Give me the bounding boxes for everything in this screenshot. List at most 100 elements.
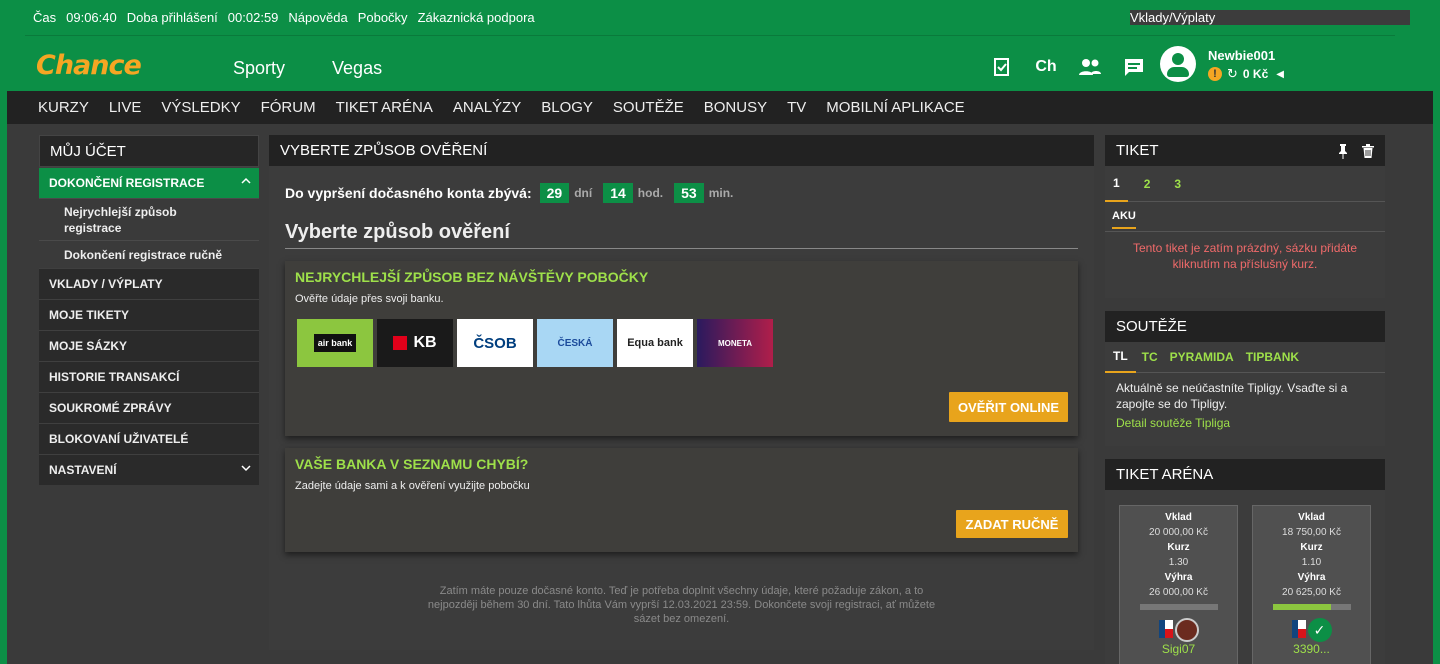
arena2-progress-fill: [1272, 604, 1331, 610]
cz-flag-icon: [1291, 620, 1306, 638]
arena1-stake-label: Vklad: [1165, 512, 1192, 523]
help-link[interactable]: Nápověda: [288, 10, 347, 25]
menu-rucne[interactable]: Dokončení registrace ručně: [39, 240, 259, 268]
warning-icon[interactable]: !: [1208, 67, 1222, 81]
arena2-win: 20 625,00 Kč: [1282, 587, 1341, 598]
sport-nav: KURZY LIVE VÝSLEDKY FÓRUM TIKET ARÉNA AN…: [7, 91, 1433, 124]
menu-sub1-label: Nejrychlejší způsob registrace: [64, 204, 177, 235]
panel-header: VYBERTE ZPŮSOB OVĚŘENÍ: [269, 135, 1094, 166]
manual-card-subtitle: Zadejte údaje sami a k ověření využijte …: [295, 480, 530, 492]
arena2-win-label: Výhra: [1297, 572, 1326, 583]
bank-list: air bank KB ČSOB ČESKÁ Equa bank MONETA: [297, 319, 773, 367]
ticket-header: TIKET: [1105, 135, 1385, 166]
bank-moneta[interactable]: MONETA: [697, 319, 773, 367]
branches-link[interactable]: Pobočky: [358, 10, 408, 25]
ticket-tab-3[interactable]: 3: [1166, 166, 1189, 202]
bank-kb[interactable]: KB: [377, 319, 453, 367]
ticket-panel: TIKET 1 2 3 AKU Tento tiket je zatím prá…: [1105, 135, 1385, 298]
caret-left-icon[interactable]: ◀: [1276, 69, 1284, 80]
user-avatar-icon: [1174, 618, 1199, 642]
ticket-check-icon[interactable]: [980, 52, 1024, 82]
manual-entry-button[interactable]: ZADAT RUČNĚ: [956, 510, 1068, 538]
timer-mins: 53: [674, 183, 704, 203]
menu-sub2-label: Dokončení registrace ručně: [64, 247, 223, 262]
menu-moje-tikety[interactable]: MOJE TIKETY: [39, 299, 259, 330]
balance-value: 0 Kč: [1242, 67, 1269, 81]
arena1-win: 26 000,00 Kč: [1149, 587, 1208, 598]
chance-logo[interactable]: Chance: [36, 50, 142, 81]
arena1-stake: 20 000,00 Kč: [1149, 527, 1208, 538]
bank-equa[interactable]: Equa bank: [617, 319, 693, 367]
timer-hours: 14: [603, 183, 633, 203]
menu-blokovani[interactable]: BLOKOVANÍ UŽIVATELÉ: [39, 423, 259, 454]
time-value: 09:06:40: [66, 10, 117, 25]
nav-bonusy[interactable]: BONUSY: [704, 99, 767, 116]
arena2-user[interactable]: 3390...: [1253, 642, 1370, 657]
arena-card-1[interactable]: Vklad 20 000,00 Kč Kurz 1.30 Výhra 26 00…: [1119, 505, 1238, 664]
username[interactable]: Newbie001: [1208, 48, 1275, 63]
cz-flag-icon: [1158, 620, 1173, 638]
contest-tab-pyramida[interactable]: PYRAMIDA: [1164, 342, 1240, 373]
verify-online-button[interactable]: OVĚŘIT ONLINE: [949, 392, 1068, 422]
footer-note: Zatím máte pouze dočasné konto. Teď je p…: [427, 585, 936, 625]
nav-vysledky[interactable]: VÝSLEDKY: [161, 99, 240, 116]
menu-historie[interactable]: HISTORIE TRANSAKCÍ: [39, 361, 259, 392]
nav-live[interactable]: LIVE: [109, 99, 142, 116]
contest-tab-tipbank[interactable]: TIPBANK: [1240, 342, 1305, 373]
arena-card-2[interactable]: Vklad 18 750,00 Kč Kurz 1.10 Výhra 20 62…: [1252, 505, 1371, 664]
ch-icon[interactable]: Ch: [1024, 52, 1068, 82]
timer-days-unit: dní: [574, 186, 593, 200]
login-value: 00:02:59: [227, 10, 279, 25]
nav-vegas[interactable]: Vegas: [332, 58, 382, 79]
menu-moje-sazky[interactable]: MOJE SÁZKY: [39, 330, 259, 361]
nav-souteze[interactable]: SOUTĚŽE: [613, 99, 684, 116]
online-card-title: NEJRYCHLEJŠÍ ZPŮSOB BEZ NÁVŠTĚVY POBOČKY: [295, 269, 649, 285]
arena2-progress: [1272, 604, 1351, 610]
contests-link[interactable]: Detail soutěže Tipliga: [1105, 412, 1385, 434]
chevron-down-icon: [241, 465, 251, 472]
ticket-title: TIKET: [1116, 142, 1159, 159]
menu-dokonceni-registrace[interactable]: DOKONČENÍ REGISTRACE: [39, 167, 259, 198]
contest-tab-tl[interactable]: TL: [1105, 342, 1136, 373]
nav-tv[interactable]: TV: [787, 99, 806, 116]
refresh-icon[interactable]: ↻: [1227, 66, 1238, 82]
nav-analyzy[interactable]: ANALÝZY: [453, 99, 521, 116]
menu-zpravy[interactable]: SOUKROMÉ ZPRÁVY: [39, 392, 259, 423]
ticket-tab-1[interactable]: 1: [1105, 166, 1128, 202]
menu-nastaveni[interactable]: NASTAVENÍ: [39, 454, 259, 485]
support-link[interactable]: Zákaznická podpora: [418, 10, 535, 25]
manual-card: VAŠE BANKA V SEZNAMU CHYBÍ? Zadejte údaj…: [285, 448, 1078, 552]
contests-tabs: TL TC PYRAMIDA TIPBANK: [1105, 342, 1385, 373]
timer: Do vypršení dočasného konta zbývá: 29 dn…: [285, 183, 736, 203]
contest-tab-tc[interactable]: TC: [1136, 342, 1164, 373]
balance: ! ↻ 0 Kč ◀: [1208, 66, 1284, 82]
nav-tiket-arena[interactable]: TIKET ARÉNA: [336, 99, 433, 116]
menu-vklady[interactable]: VKLADY / VÝPLATY: [39, 268, 259, 299]
contests-title: SOUTĚŽE: [1105, 311, 1385, 342]
bank-airbank[interactable]: air bank: [297, 319, 373, 367]
arena1-progress: [1139, 604, 1218, 610]
nav-mobilni-aplikace[interactable]: MOBILNÍ APLIKACE: [826, 99, 964, 116]
arena1-odds-label: Kurz: [1167, 542, 1190, 553]
trash-icon[interactable]: [1361, 143, 1375, 159]
arena2-stake-label: Vklad: [1298, 512, 1325, 523]
aku-tab[interactable]: AKU: [1105, 202, 1385, 232]
nav-sporty[interactable]: Sporty: [233, 58, 285, 79]
nav-forum[interactable]: FÓRUM: [261, 99, 316, 116]
bank-csob[interactable]: ČSOB: [457, 319, 533, 367]
bank-ceska[interactable]: ČESKÁ: [537, 319, 613, 367]
nav-blogy[interactable]: BLOGY: [541, 99, 593, 116]
ticket-tab-2[interactable]: 2: [1136, 166, 1159, 202]
online-card-subtitle: Ověřte údaje přes svoji banku.: [295, 293, 444, 305]
chat-icon[interactable]: [1112, 52, 1156, 82]
ticket-empty-msg: Tento tiket je zatím prázdný, sázku přid…: [1132, 241, 1358, 271]
chevron-up-icon: [241, 177, 251, 184]
arena1-user[interactable]: Sigi07: [1120, 642, 1237, 657]
nav-kurzy[interactable]: KURZY: [38, 99, 89, 116]
menu-nejrychlejsi[interactable]: Nejrychlejší způsob registrace: [39, 198, 259, 240]
manual-card-title: VAŠE BANKA V SEZNAMU CHYBÍ?: [295, 456, 529, 472]
deposits-link[interactable]: Vklady/Výplaty: [1130, 10, 1410, 25]
users-icon[interactable]: [1068, 52, 1112, 82]
avatar[interactable]: [1160, 46, 1196, 82]
pin-icon[interactable]: [1337, 143, 1349, 159]
